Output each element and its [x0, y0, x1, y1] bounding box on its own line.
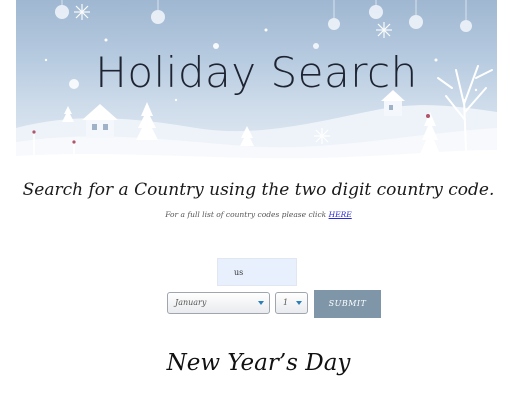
country-code-input[interactable]: [217, 258, 297, 286]
page: Holiday Search Search for a Country usin…: [0, 0, 517, 403]
submit-button[interactable]: SUBMIT: [314, 290, 381, 318]
month-select[interactable]: January: [167, 292, 270, 314]
banner-title: Holiday Search: [95, 48, 418, 97]
month-chevron-down-icon: [258, 301, 264, 305]
country-code-hint-text: For a full list of country codes please …: [165, 210, 329, 219]
search-heading: Search for a Country using the two digit…: [22, 180, 495, 200]
holiday-banner: Holiday Search: [16, 0, 497, 172]
month-select-value: January: [175, 298, 207, 307]
day-select-value: 1: [283, 298, 289, 307]
day-select[interactable]: 1: [275, 292, 308, 314]
country-codes-link[interactable]: HERE: [329, 210, 352, 219]
day-chevron-down-icon: [296, 301, 302, 305]
holiday-result-title: New Year’s Day: [166, 350, 351, 376]
country-code-hint: For a full list of country codes please …: [0, 210, 517, 219]
